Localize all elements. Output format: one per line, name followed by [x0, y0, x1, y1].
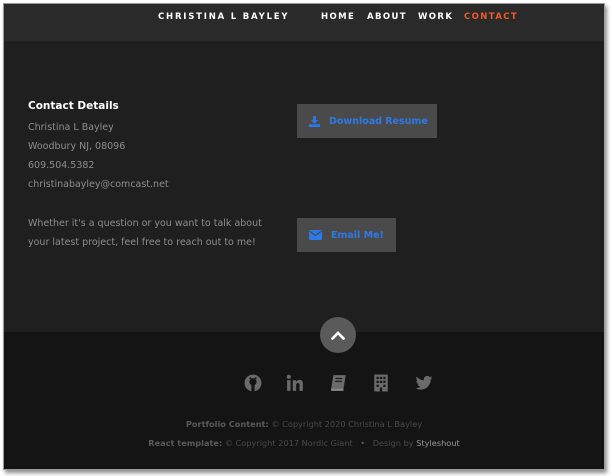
browser-frame: CHRISTINA L BAYLEY HOME ABOUT WORK CONTA…: [3, 3, 605, 470]
nav-item-about[interactable]: ABOUT: [367, 12, 407, 22]
envelope-icon: [309, 230, 322, 240]
template-credit-label: React template:: [148, 438, 223, 448]
book-icon[interactable]: [330, 374, 348, 392]
contact-title: Contact Details: [28, 100, 119, 112]
contact-section: Contact Details Christina L Bayley Woodb…: [4, 41, 604, 332]
portfolio-credit-label: Portfolio Content:: [185, 419, 269, 429]
template-credit-text: © Copyright 2017 Nordic Giant: [224, 438, 353, 448]
twitter-icon[interactable]: [415, 374, 433, 392]
contact-blurb: Whether it's a question or you want to t…: [28, 218, 262, 248]
download-resume-label: Download Resume: [329, 115, 428, 127]
email-me-label: Email Me!: [331, 229, 384, 241]
nav-item-work[interactable]: WORK: [418, 12, 453, 22]
styleshout-link[interactable]: Styleshout: [416, 438, 459, 448]
site-header: CHRISTINA L BAYLEY HOME ABOUT WORK CONTA…: [4, 4, 604, 41]
credit-separator: •: [360, 438, 366, 448]
contact-location: Woodbury NJ, 08096: [28, 141, 126, 152]
nav-item-home[interactable]: HOME: [321, 12, 355, 22]
download-icon: [309, 115, 320, 127]
email-me-button[interactable]: Email Me!: [297, 218, 396, 252]
portfolio-credit-text: © Copyright 2020 Christina L Bayley: [271, 419, 423, 429]
github-icon[interactable]: [244, 374, 262, 392]
design-by-text: Design by: [372, 438, 414, 448]
main-nav: HOME ABOUT WORK CONTACT: [4, 12, 604, 26]
chevron-up-icon: [331, 330, 345, 340]
nav-item-contact[interactable]: CONTACT: [464, 12, 518, 22]
back-to-top-button[interactable]: [320, 317, 356, 353]
contact-name: Christina L Bayley: [28, 122, 114, 133]
social-links: [4, 374, 604, 392]
template-credit: React template: © Copyright 2017 Nordic …: [4, 438, 604, 448]
contact-email: christinabayley@comcast.net: [28, 179, 169, 190]
contact-phone: 609.504.5382: [28, 160, 95, 171]
download-resume-button[interactable]: Download Resume: [297, 104, 437, 138]
portfolio-credit: Portfolio Content: © Copyright 2020 Chri…: [4, 419, 604, 429]
site-footer: Portfolio Content: © Copyright 2020 Chri…: [4, 332, 604, 469]
building-icon[interactable]: [372, 374, 390, 392]
linkedin-icon[interactable]: [286, 374, 304, 392]
